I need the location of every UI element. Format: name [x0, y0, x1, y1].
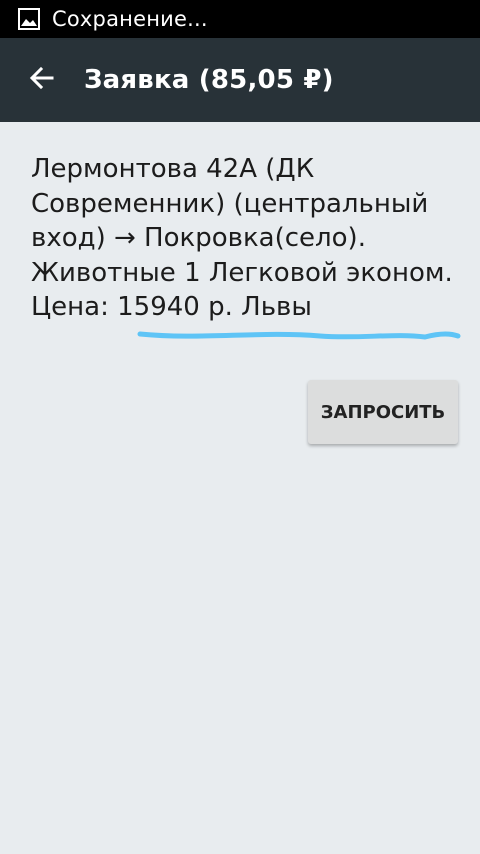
- request-description: Лермонтова 42А (ДК Современник) (централ…: [31, 154, 453, 322]
- app-bar: Заявка (85,05 ₽): [0, 38, 480, 122]
- request-button[interactable]: ЗАПРОСИТЬ: [308, 380, 458, 444]
- status-text: Сохранение...: [52, 7, 208, 31]
- page-title: Заявка (85,05 ₽): [84, 65, 334, 95]
- back-button[interactable]: [14, 52, 70, 108]
- status-bar: Сохранение...: [0, 0, 480, 38]
- image-icon: [18, 8, 40, 30]
- arrow-left-icon: [29, 65, 55, 95]
